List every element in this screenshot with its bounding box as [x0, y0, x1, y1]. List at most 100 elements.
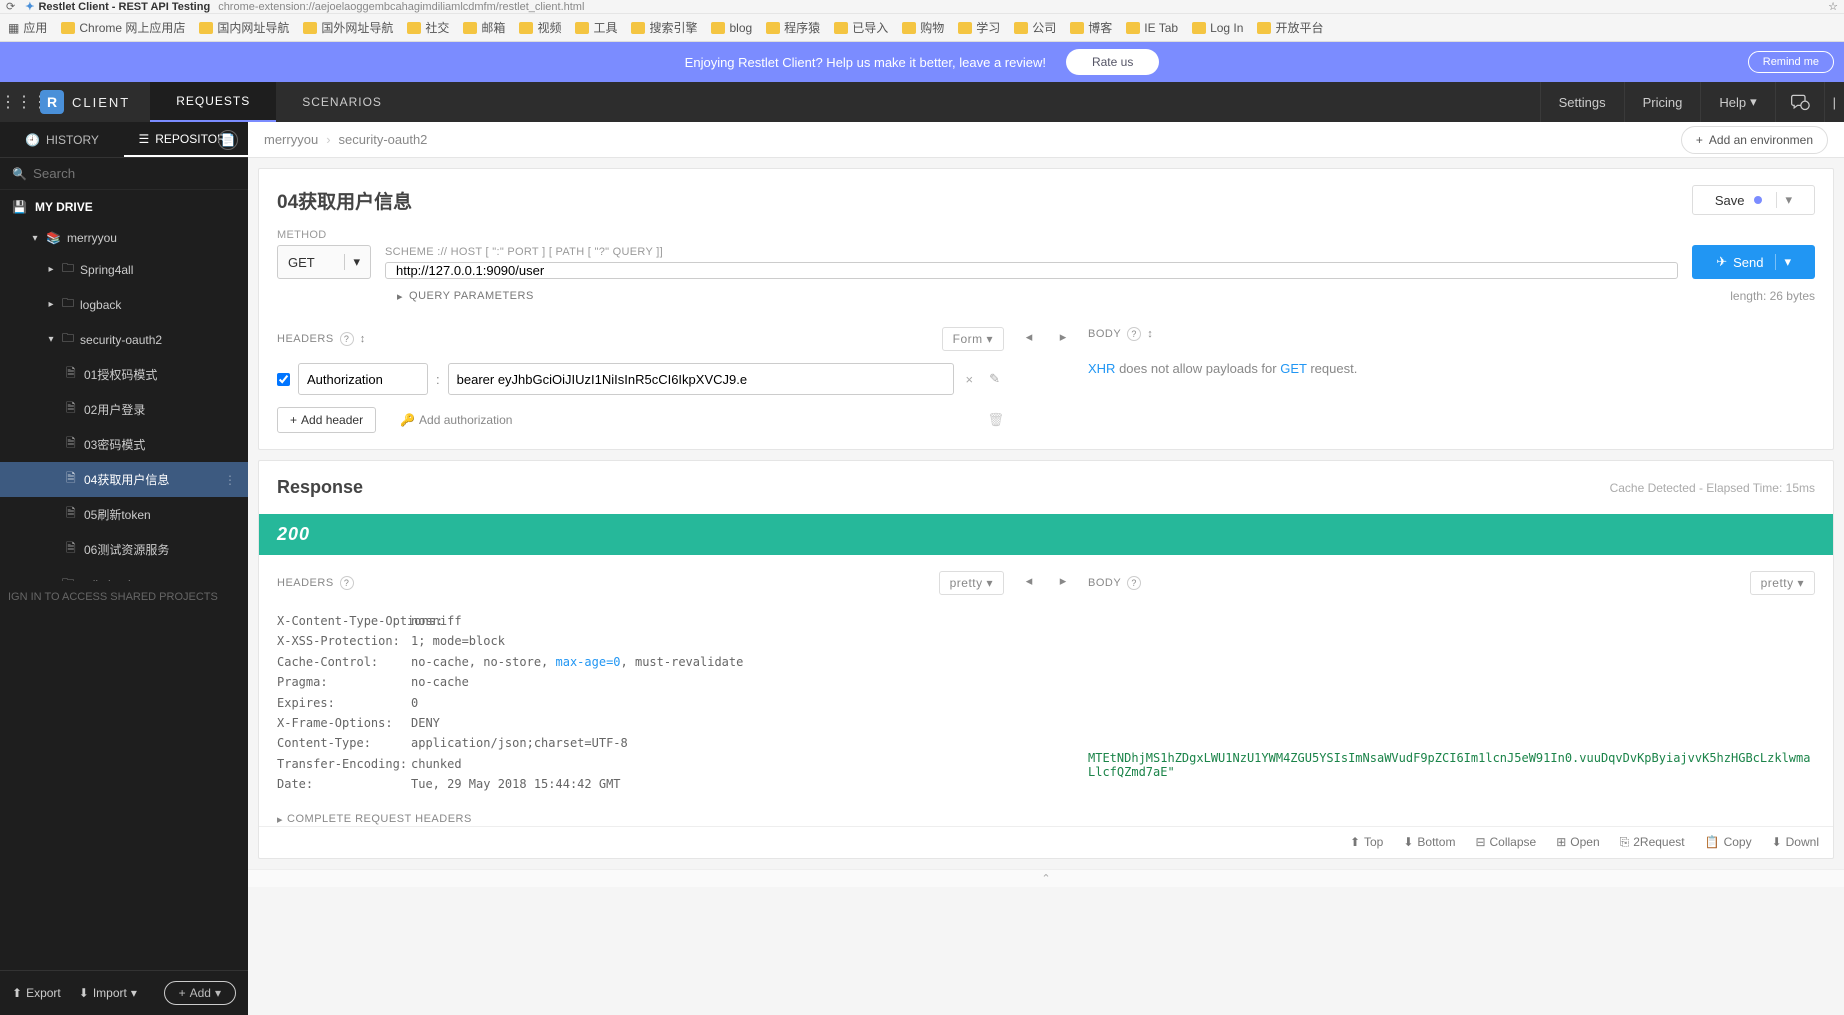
plus-icon: +	[179, 986, 186, 1000]
nav-last[interactable]: |	[1824, 82, 1844, 122]
remove-icon[interactable]: ×	[962, 372, 978, 387]
crumb-merryyou[interactable]: merryyou	[264, 132, 318, 147]
request-title[interactable]: 04获取用户信息	[277, 187, 1692, 214]
logo[interactable]: R CLIENT	[40, 90, 150, 114]
resp-copy-button[interactable]: 📋Copy	[1705, 835, 1752, 850]
response-body-format-dropdown[interactable]: pretty ▾	[1750, 571, 1815, 595]
folder-icon	[1014, 22, 1028, 34]
bookmark-item[interactable]: IE Tab	[1126, 21, 1178, 35]
response-body-text[interactable]: MTEtNDhjMS1hZDgxLWU1NzU1YWM4ZGU5YSIsImNs…	[1088, 611, 1815, 779]
drive-header[interactable]: 💾 MY DRIVE	[0, 190, 248, 224]
add-header-button[interactable]: +Add header	[277, 407, 376, 433]
response-headers-column: HEADERS ? pretty ▾ X-Content-Type-Option…	[277, 571, 1004, 826]
bookmark-item[interactable]: 购物	[902, 19, 944, 36]
response-headers-format-dropdown[interactable]: pretty ▾	[939, 571, 1004, 595]
tree-file-01[interactable]: 🗎01授权码模式	[0, 357, 248, 392]
add-environment-button[interactable]: + Add an environmen	[1681, 126, 1828, 154]
url-input[interactable]	[385, 262, 1678, 279]
bookmark-item[interactable]: 开放平台	[1257, 19, 1323, 36]
tree-folder-spring4all[interactable]: ▸🗀Spring4all	[0, 252, 248, 287]
bookmark-item[interactable]: 视频	[519, 19, 561, 36]
magic-icon[interactable]: ✎	[985, 371, 1004, 387]
remind-button[interactable]: Remind me	[1748, 51, 1834, 73]
tree-file-05[interactable]: 🗎05刷新token	[0, 497, 248, 532]
tab-requests[interactable]: REQUESTS	[150, 82, 276, 122]
collapse-right-icon[interactable]: ▸	[1054, 329, 1072, 345]
star-icon[interactable]: ☆	[1828, 0, 1838, 13]
chevron-down-icon[interactable]: ▾	[1776, 192, 1792, 208]
bookmark-item[interactable]: 已导入	[834, 19, 888, 36]
import-button[interactable]: ⬇Import▾	[79, 986, 137, 1000]
chevron-down-icon[interactable]: ▾	[1775, 254, 1791, 270]
rate-button[interactable]: Rate us	[1066, 49, 1159, 75]
complete-headers-toggle[interactable]: ▸ COMPLETE REQUEST HEADERS	[277, 813, 1004, 826]
tree-file-02[interactable]: 🗎02用户登录	[0, 392, 248, 427]
collapse-left-icon[interactable]: ◂	[1020, 329, 1038, 345]
header-enable-checkbox[interactable]	[277, 373, 290, 386]
info-icon[interactable]: ?	[340, 576, 354, 590]
url-text[interactable]: chrome-extension://aejoelaoggembcahagimd…	[218, 1, 1828, 13]
resp-bottom-button[interactable]: ⬇Bottom	[1403, 835, 1455, 850]
header-value-input[interactable]	[448, 363, 954, 395]
tree-folder-logback[interactable]: ▸🗀logback	[0, 287, 248, 322]
add-authorization-link[interactable]: 🔑Add authorization	[400, 413, 512, 427]
resp-open-button[interactable]: ⊞Open	[1556, 835, 1599, 850]
bookmark-item[interactable]: 工具	[575, 19, 617, 36]
sidebar-tab-history[interactable]: 🕘 HISTORY	[0, 122, 124, 157]
nav-pricing[interactable]: Pricing	[1624, 82, 1701, 122]
query-params-toggle[interactable]: ▸ QUERY PARAMETERS	[397, 290, 534, 303]
search-input[interactable]	[33, 166, 236, 181]
chat-icon[interactable]	[1775, 82, 1824, 122]
bookmark-item[interactable]: Log In	[1192, 21, 1243, 35]
sort-icon[interactable]: ↕	[360, 333, 366, 345]
add-button[interactable]: +Add▾	[164, 981, 236, 1005]
bookmark-item[interactable]: 国外网址导航	[303, 19, 393, 36]
bookmark-item[interactable]: 学习	[958, 19, 1000, 36]
file-icon: 🗎	[66, 434, 78, 455]
sidebar: 🕘 HISTORY ☰ REPOSITORY 📄 🔍 💾 MY DRIVE ▾📚…	[0, 122, 248, 1015]
resp-download-button[interactable]: ⬇Downl	[1772, 835, 1819, 850]
apps-grid-icon[interactable]: ⋮⋮⋮	[0, 92, 40, 112]
tree-folder-security-oauth2[interactable]: ▾🗀security-oauth2	[0, 322, 248, 357]
save-button[interactable]: Save ▾	[1692, 185, 1815, 215]
import-icon[interactable]: 📄	[218, 130, 238, 150]
bookmark-item[interactable]: 搜索引擎	[631, 19, 697, 36]
info-icon[interactable]: ?	[1127, 576, 1141, 590]
bookmark-item[interactable]: 邮箱	[463, 19, 505, 36]
nav-settings[interactable]: Settings	[1540, 82, 1624, 122]
tree-project-merryyou[interactable]: ▾📚merryyou	[0, 224, 248, 252]
bookmark-item[interactable]: Chrome 网上应用店	[61, 19, 185, 36]
bookmark-item[interactable]: 国内网址导航	[199, 19, 289, 36]
send-button[interactable]: ✈ Send ▾	[1692, 245, 1815, 279]
reload-icon[interactable]: ⟳	[6, 0, 15, 13]
resp-collapse-button[interactable]: ⊟Collapse	[1475, 835, 1536, 850]
collapse-left-icon[interactable]: ◂	[1020, 573, 1038, 589]
resp-top-button[interactable]: ⬆Top	[1350, 835, 1383, 850]
bookmark-item[interactable]: 社交	[407, 19, 449, 36]
trash-icon[interactable]: 🗑	[987, 412, 1004, 428]
method-select[interactable]: GET ▾	[277, 245, 371, 279]
tree-file-04[interactable]: 🗎04获取用户信息⋮	[0, 462, 248, 497]
nav-help[interactable]: Help▾	[1700, 82, 1774, 122]
collapse-right-icon[interactable]: ▸	[1054, 573, 1072, 589]
browser-address-bar: ⟳ ✦ Restlet Client - REST API Testing ch…	[0, 0, 1844, 14]
sort-icon[interactable]: ↕	[1147, 328, 1153, 340]
tab-scenarios[interactable]: SCENARIOS	[276, 82, 408, 122]
tree-file-06[interactable]: 🗎06测试资源服务	[0, 532, 248, 567]
bookmark-item[interactable]: blog	[711, 21, 752, 35]
resp-2request-button[interactable]: ⎘2Request	[1620, 835, 1685, 850]
bookmark-item[interactable]: 程序猿	[766, 19, 820, 36]
expand-handle[interactable]: ⌃	[248, 869, 1844, 887]
tree-folder-sell-cloud[interactable]: ▸🗀sell-cloud	[0, 567, 248, 581]
crumb-security-oauth2[interactable]: security-oauth2	[339, 132, 428, 147]
tree-file-03[interactable]: 🗎03密码模式	[0, 427, 248, 462]
header-name-input[interactable]	[298, 363, 428, 395]
more-icon[interactable]: ⋮	[224, 473, 236, 487]
headers-format-dropdown[interactable]: Form ▾	[942, 327, 1004, 351]
bookmark-item[interactable]: ▦应用	[8, 19, 47, 36]
export-button[interactable]: ⬆Export	[12, 986, 61, 1000]
info-icon[interactable]: ?	[340, 332, 354, 346]
info-icon[interactable]: ?	[1127, 327, 1141, 341]
bookmark-item[interactable]: 公司	[1014, 19, 1056, 36]
bookmark-item[interactable]: 博客	[1070, 19, 1112, 36]
